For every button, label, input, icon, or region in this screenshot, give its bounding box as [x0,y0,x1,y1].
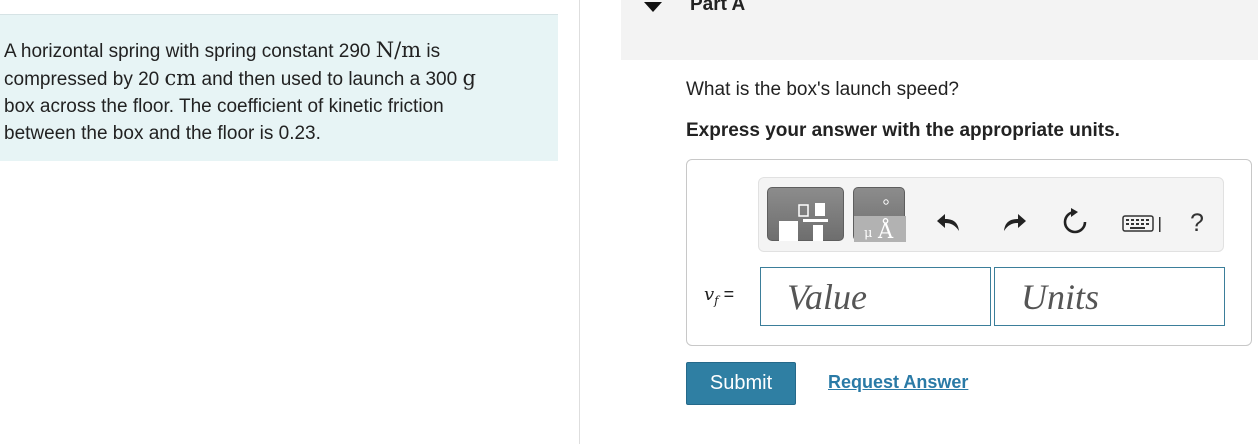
problem-text: A horizontal spring with spring constant… [4,41,376,62]
answer-variable-label: vf = [704,284,734,308]
spring-constant-unit: N/m [375,38,422,62]
column-divider [579,0,580,444]
request-answer-link[interactable]: Request Answer [828,372,968,393]
redo-icon[interactable] [999,207,1029,237]
value-input[interactable] [760,267,991,326]
question-text: What is the box's launch speed? [686,79,959,100]
fraction-template-icon[interactable] [767,187,844,241]
problem-line-1: A horizontal spring with spring constant… [4,37,558,65]
keyboard-icon[interactable] [1122,207,1164,237]
instruction-text: Express your answer with the appropriate… [686,120,1120,141]
problem-line-4: between the box and the floor is 0.23. [4,123,321,144]
svg-text:μ: μ [864,226,872,241]
reset-icon[interactable] [1060,207,1090,237]
problem-line-3: box across the floor. The coefficient of… [4,96,444,117]
submit-button[interactable]: Submit [686,362,796,405]
compression-unit: cm [164,66,197,90]
part-title[interactable]: Part A [690,0,745,16]
problem-line-2: compressed by 20 cm and then used to lau… [4,65,558,93]
variable-symbol: v [704,284,715,305]
problem-text: compressed by 20 [4,69,165,90]
help-icon[interactable]: ? [1190,209,1204,238]
problem-text: and then used to launch a 300 [196,69,463,90]
problem-statement: A horizontal spring with spring constant… [0,14,558,161]
mastering-physics-page: A horizontal spring with spring constant… [0,0,1258,444]
svg-text:Å: Å [877,218,894,242]
units-input[interactable] [994,267,1225,326]
mass-unit: g [462,66,476,90]
problem-text: is [421,41,441,62]
units-angstrom-icon[interactable]: μ Å [853,187,906,242]
undo-icon[interactable] [934,207,964,237]
collapse-caret-icon[interactable] [644,2,662,12]
equals-sign: = [718,284,735,304]
